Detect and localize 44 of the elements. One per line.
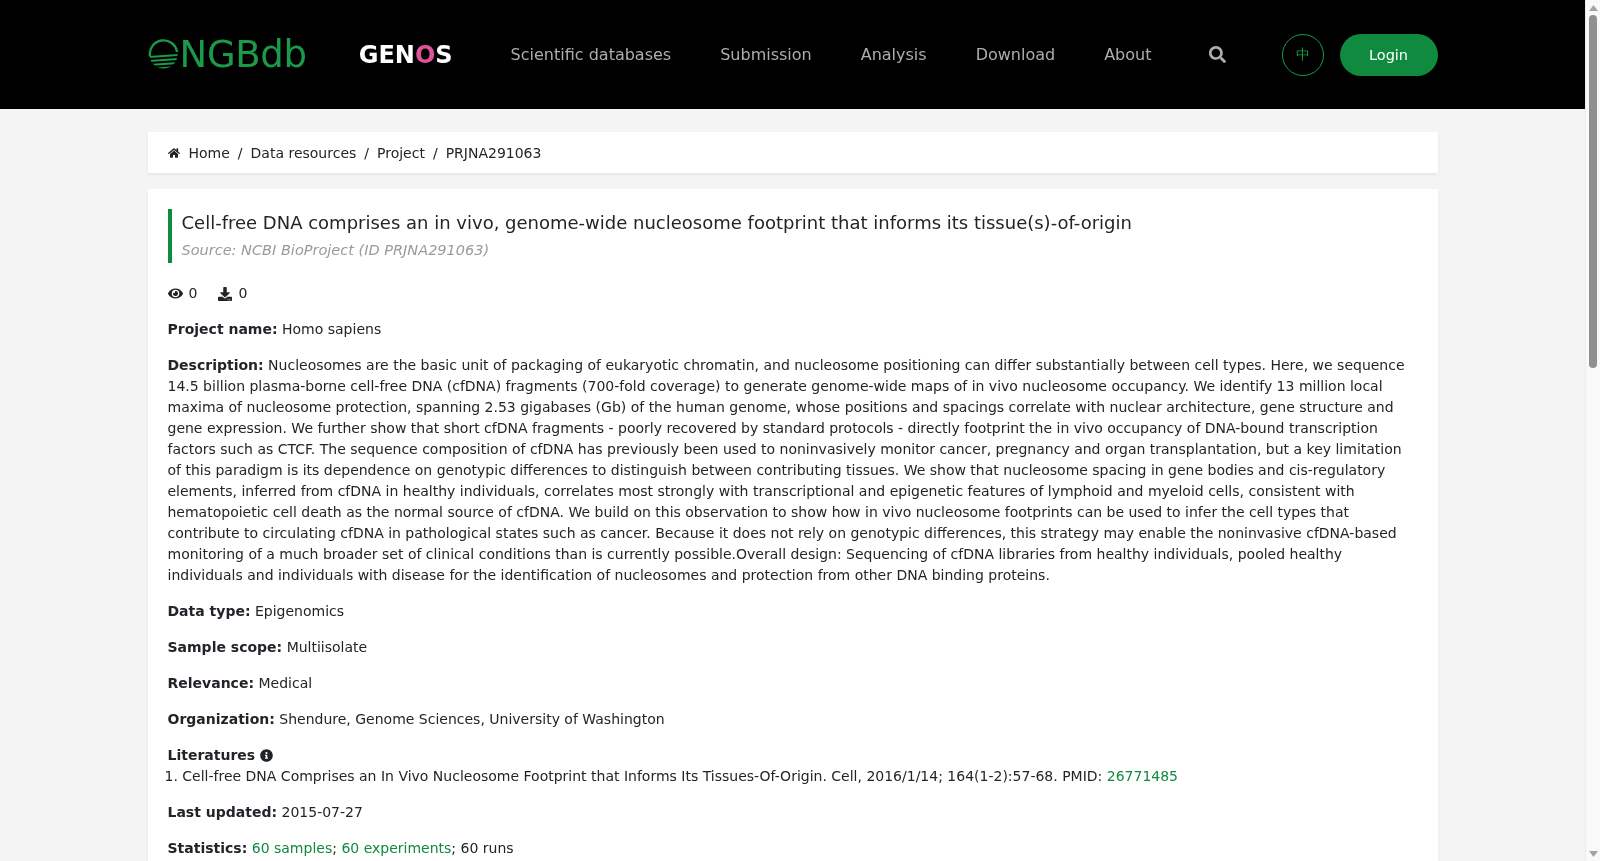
detail-text: Organization: Shendure, Genome Sciences, University of Washington bbox=[167, 710, 666, 729]
search-button[interactable] bbox=[1208, 46, 1226, 63]
detail-text: Description: Nucleosomes are the basic unit of packaging of eukaryotic chromatin, and nucleosome positioning can differ substantially between cell types. Here, we sequence 14.5 billion plasma-borne cell-free DNA (cfDNA) fragments (700-fold coverage) to generate genome-wide maps of in vivo nucleosome occupancy. We identify 13 million local maxima of nucleosome protection, spanning 2.53 gigabases (Gb) of the human genome, whose positions and spacings correlate with nuclear architecture, gene structure and gene expression. We further show that short cfDNA fragments - poorly recovered by standard protocols - directly footprint the in vivo occupancy of DNA-bound transcription factors such as CTCF. The sequence composition of cfDNA has previously been used to noninvasively monitor cancer, pregnancy and organ transplantation, but a key limitation of this paradigm is its dependence on genotypic differences to distinguish between contributing tissues. We show that nucleosome spacing in gene bodies and cis-regulatory elements, inferred from cfDNA in healthy individuals, correlates most strongly with transcriptional and epigenetic features of lymphoid and myeloid cells, consistent with hematopoietic cell death as the normal source of cfDNA. We build on this observation to show how in vivo nucleosome footprints can be used to infer the cell types that contribute to circulating cfDNA in pathological states such as cancer. Because it does not rely on genotypic differences, this strategy may enable the noninvasive cfDNA-based monitoring of a much broader set of clinical conditions than is currently possible.Overall design: Sequencing of cfDNA libraries from healthy individuals, pooled healthy individuals and individuals with disease for the identification of nucleosomes and protection from other DNA binding proteins. bbox=[167, 356, 1406, 585]
detail-text: Project name: Homo sapiens bbox=[167, 320, 383, 339]
detail-text: Sample scope: Multiisolate bbox=[167, 638, 369, 657]
nav-link[interactable]: Scientific databases bbox=[510, 45, 672, 64]
striped-circle-icon bbox=[147, 39, 179, 70]
detail-text: Relevance: Medical bbox=[167, 674, 314, 693]
scroll-up-icon[interactable] bbox=[1588, 5, 1598, 11]
breadcrumb-separator: / bbox=[431, 144, 439, 161]
home-icon bbox=[167, 146, 180, 159]
login-button[interactable]: Login bbox=[1339, 33, 1438, 76]
view-count: 0 bbox=[188, 284, 198, 303]
scroll-down-icon[interactable] bbox=[1588, 851, 1598, 857]
breadcrumb-link[interactable]: Data resources bbox=[250, 144, 357, 161]
breadcrumb-separator: / bbox=[363, 144, 370, 161]
cngbdb-logo[interactable]: NGBdb bbox=[147, 36, 307, 73]
scrollbar-track[interactable] bbox=[1585, 0, 1600, 861]
title-accent-bar bbox=[167, 209, 172, 263]
nav-link[interactable]: Download bbox=[975, 45, 1056, 64]
download-count: 0 bbox=[238, 284, 248, 303]
pmid-link[interactable]: 26771485 bbox=[1106, 768, 1179, 784]
genos-logo[interactable]: GENOS bbox=[358, 42, 453, 67]
literature-item: 1. Cell-free DNA Comprises an In Vivo Nucleosome Footprint that Informs Its Tissues-Of-Origin. Cell, 2016/1/14; 164(1-2):57-68. PMID: 26771485 bbox=[164, 767, 1180, 786]
source-text: Source: NCBI BioProject (ID PRJNA291063) bbox=[181, 241, 491, 260]
literatures-heading: Literatures bbox=[167, 746, 256, 765]
statistics-link[interactable]: 60 experiments bbox=[341, 840, 452, 856]
statistics-link[interactable]: 60 samples bbox=[251, 840, 333, 856]
detail-text: Last updated: 2015-07-27 bbox=[167, 803, 364, 822]
project-title: Cell-free DNA comprises an in vivo, genome-wide nucleosome footprint that informs its tissue(s)-of-origin bbox=[181, 211, 1132, 235]
nav-link[interactable]: Analysis bbox=[860, 45, 927, 64]
scrollbar-thumb[interactable] bbox=[1589, 15, 1597, 368]
nav-link[interactable]: Submission bbox=[720, 45, 812, 64]
nav-link[interactable]: About bbox=[1104, 45, 1152, 64]
eye-icon bbox=[167, 286, 183, 301]
breadcrumb-current: PRJNA291063 bbox=[445, 144, 542, 161]
download-icon bbox=[218, 286, 233, 301]
info-icon bbox=[260, 749, 274, 762]
home-link[interactable]: Home bbox=[167, 144, 230, 161]
detail-text: Statistics: 60 samples; 60 experiments; 60 runs bbox=[167, 839, 515, 858]
search-icon bbox=[1208, 46, 1226, 63]
breadcrumb-link[interactable]: Project bbox=[377, 144, 425, 161]
breadcrumb-separator: / bbox=[236, 144, 244, 161]
detail-text: Data type: Epigenomics bbox=[167, 602, 346, 621]
